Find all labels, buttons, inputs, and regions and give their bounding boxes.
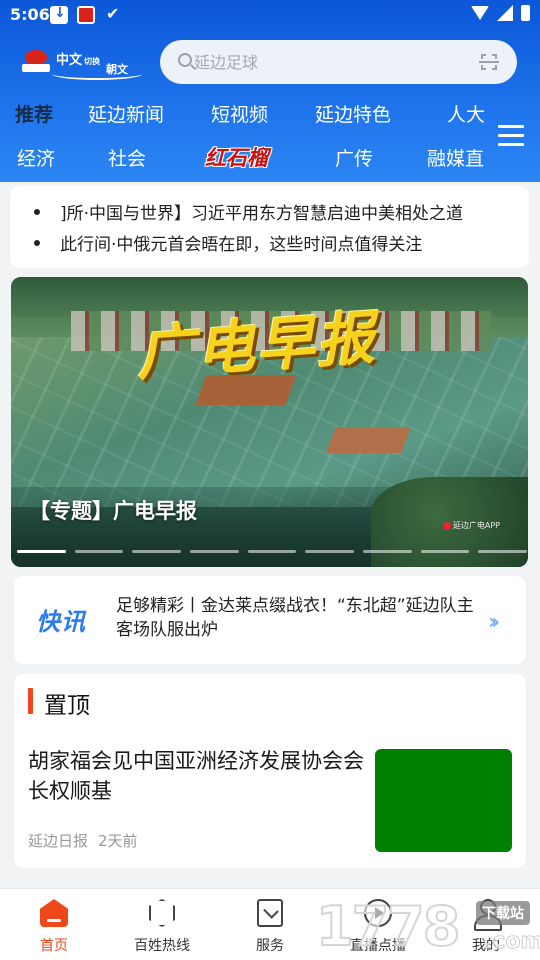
nav-label: 首页: [40, 938, 68, 954]
article-source: 延边日报: [28, 832, 89, 850]
article-time: 2天前: [98, 832, 138, 850]
tab-media-live[interactable]: 融媒直: [427, 144, 484, 171]
header-bar: 5:06 ✔ 中文 切换 朝文 推荐 延边新闻 短视频 延边特色 人大 经济 社…: [0, 0, 540, 182]
carousel-dot[interactable]: [305, 550, 355, 553]
logo-swoosh: [52, 68, 142, 80]
scan-icon[interactable]: [479, 54, 499, 70]
nav-label: 直播点播: [350, 938, 406, 954]
search-bar[interactable]: [160, 40, 517, 84]
article-thumbnail[interactable]: [375, 749, 512, 852]
ticker-item[interactable]: 此行间·中俄元首会晤在即，这些时间点值得关注: [34, 230, 529, 256]
article-title[interactable]: 胡家福会见中国亚洲经济发展协会会长权顺基: [28, 746, 364, 806]
banner-art-title: 广电早报: [134, 303, 379, 389]
chevron-right-icon[interactable]: ››: [488, 610, 500, 635]
nav-hotline[interactable]: 百姓热线: [108, 899, 216, 955]
logo-switch-label: 切换: [84, 57, 100, 66]
carousel-indicator: [17, 550, 528, 554]
app-logo[interactable]: 中文 切换 朝文: [22, 46, 144, 80]
bullet-icon: [34, 209, 40, 215]
nav-label: 百姓热线: [134, 938, 190, 954]
ticker-item[interactable]: ]所·中国与世界】习近平用东方智慧启迪中美相处之道: [34, 199, 529, 225]
carousel-dot[interactable]: [478, 550, 528, 553]
tab-yanbian-special[interactable]: 延边特色: [315, 100, 391, 127]
ticker-item-text: 此行间·中俄元首会晤在即，这些时间点值得关注: [60, 235, 423, 255]
logo-text-cn: 中文: [56, 53, 83, 68]
tab-economy[interactable]: 经济: [17, 144, 55, 171]
signal-icon: [497, 5, 513, 21]
tab-short-video[interactable]: 短视频: [211, 100, 268, 127]
nav-mine[interactable]: 我的: [432, 899, 540, 955]
headline-ticker: ]所·中国与世界】习近平用东方智慧启迪中美相处之道 此行间·中俄元首会晤在即，这…: [10, 186, 529, 268]
status-bar: 5:06 ✔: [0, 0, 540, 30]
tab-broadcast[interactable]: 广传: [335, 144, 373, 171]
search-icon: [178, 53, 192, 67]
channel-menu-icon[interactable]: [498, 125, 524, 147]
tab-npc[interactable]: 人大: [447, 100, 485, 127]
carousel-dot[interactable]: [132, 550, 182, 553]
logo-mark-icon: [22, 48, 50, 76]
bottom-nav: 首页 百姓热线 服务 直播点播 我的: [0, 888, 540, 960]
nav-service[interactable]: 服务: [216, 899, 324, 955]
banner-caption: 【专题】广电早报: [29, 499, 197, 523]
search-input[interactable]: [194, 48, 464, 76]
cube-icon: [149, 899, 175, 927]
nav-label: 服务: [256, 938, 284, 954]
download-icon: [50, 5, 68, 24]
section-title: 置顶: [44, 693, 90, 719]
carousel-dot[interactable]: [74, 550, 124, 553]
status-time: 5:06: [10, 5, 50, 24]
person-icon: [472, 899, 502, 931]
tab-pomegranate[interactable]: 红石榴: [205, 142, 268, 172]
nav-label: 我的: [472, 938, 500, 954]
carousel-dot[interactable]: [247, 550, 297, 553]
nav-home[interactable]: 首页: [0, 899, 108, 955]
pinned-section: 置顶 胡家福会见中国亚洲经济发展协会会长权顺基 延边日报 2天前: [14, 674, 526, 868]
article-meta: 延边日报 2天前: [28, 830, 138, 851]
carousel-dot[interactable]: [17, 550, 66, 553]
tab-yanbian-news[interactable]: 延边新闻: [88, 100, 164, 127]
check-icon: ✔: [106, 4, 120, 23]
home-icon: [40, 899, 68, 927]
carousel-dot[interactable]: [190, 550, 239, 553]
play-icon: [364, 899, 392, 927]
featured-banner[interactable]: 广电早报 【专题】广电早报 延边广电APP: [11, 277, 528, 567]
section-marker: [28, 688, 33, 714]
bookmark-icon: [257, 899, 283, 927]
tab-recommend[interactable]: 推荐: [15, 100, 53, 127]
app-notification-icon: [77, 6, 95, 24]
ticker-item-text: ]所·中国与世界】习近平用东方智慧启迪中美相处之道: [60, 204, 464, 224]
flash-news-label: 快讯: [36, 608, 86, 636]
nav-live[interactable]: 直播点播: [324, 899, 432, 955]
banner-field: [326, 427, 411, 453]
flash-news-card[interactable]: 快讯 足够精彩丨金达莱点缀战衣！“东北超”延边队主客场队服出炉 ››: [14, 576, 526, 664]
carousel-dot[interactable]: [420, 550, 470, 553]
channel-tabs: 推荐 延边新闻 短视频 延边特色 人大 经济 社会 红石榴 广传 融媒直: [0, 96, 490, 180]
status-right: [471, 5, 530, 21]
tab-society[interactable]: 社会: [108, 144, 146, 171]
bullet-icon: [34, 240, 40, 246]
battery-icon: [521, 5, 530, 21]
carousel-dot[interactable]: [363, 550, 412, 553]
banner-watermark: 延边广电APP: [443, 520, 500, 531]
flash-news-text[interactable]: 足够精彩丨金达莱点缀战衣！“东北超”延边队主客场队服出炉: [116, 594, 482, 642]
wifi-icon: [471, 6, 489, 20]
